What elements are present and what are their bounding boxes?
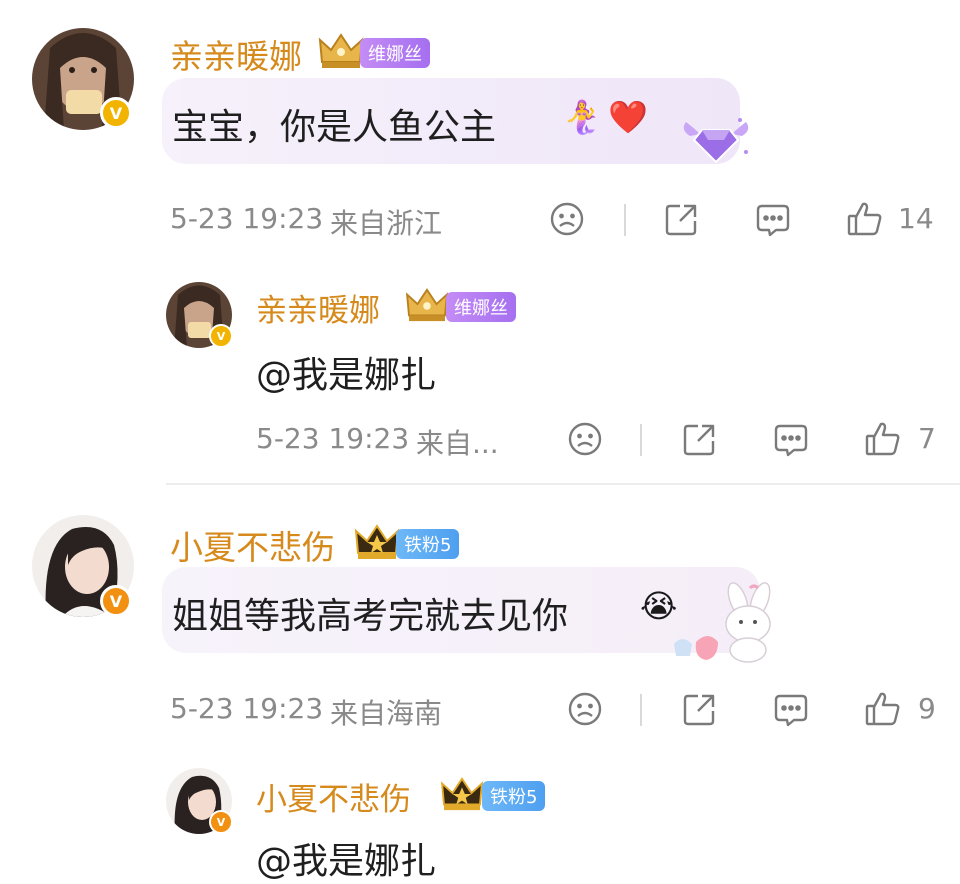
username[interactable]: 亲亲暖娜 (170, 30, 302, 78)
separator (640, 694, 642, 726)
thumbs-up-icon[interactable] (864, 690, 902, 728)
verified-v-icon: V (100, 585, 132, 617)
verified-v-icon: V (209, 810, 233, 834)
location: 来自浙江 (330, 207, 443, 240)
thumbs-up-icon[interactable] (846, 200, 884, 238)
comment-text: 姐姐等我高考完就去见你 (172, 596, 569, 637)
share-icon[interactable] (682, 421, 718, 457)
heart-emoji: ❤️ (608, 98, 648, 136)
fan-badge[interactable]: 维娜丝 (446, 292, 516, 322)
thumbs-up-icon[interactable] (864, 420, 902, 458)
bunny-sticker-icon (668, 580, 784, 668)
location: 来自海南 (330, 697, 443, 730)
username[interactable]: 小夏不悲伤 (256, 774, 411, 819)
timestamp: 5-23 19:23 (256, 422, 410, 455)
like-count: 9 (918, 692, 936, 725)
separator (640, 424, 642, 456)
comment-icon[interactable] (754, 202, 792, 238)
username[interactable]: 亲亲暖娜 (256, 285, 380, 330)
sad-face-icon[interactable] (567, 421, 603, 457)
mermaid-emoji: 🧜‍♀️ (562, 98, 602, 136)
crown-icon (440, 776, 484, 816)
crown-icon (354, 523, 400, 565)
separator (624, 204, 626, 236)
username[interactable]: 小夏不悲伤 (170, 521, 335, 569)
timestamp: 5-23 19:23 (170, 202, 324, 235)
share-icon[interactable] (664, 201, 700, 237)
crown-icon (318, 32, 364, 74)
fan-badge[interactable]: 铁粉5 (482, 781, 546, 811)
diamond-wings-icon (680, 112, 752, 170)
comment-text: @我是娜扎 (256, 841, 437, 882)
comment-text: 宝宝，你是人鱼公主 (172, 107, 497, 148)
location: 来自... (416, 427, 499, 460)
comment-icon[interactable] (772, 692, 810, 728)
share-icon[interactable] (682, 691, 718, 727)
crown-icon (405, 287, 449, 327)
divider (166, 483, 960, 485)
sad-face-icon[interactable] (567, 691, 603, 727)
like-count: 14 (898, 202, 934, 235)
comment-icon[interactable] (772, 422, 810, 458)
fan-badge[interactable]: 维娜丝 (360, 38, 430, 68)
comment-text: @我是娜扎 (256, 355, 437, 396)
timestamp: 5-23 19:23 (170, 692, 324, 725)
verified-v-icon: V (100, 97, 132, 129)
fan-badge[interactable]: 铁粉5 (396, 529, 460, 559)
like-count: 7 (918, 422, 936, 455)
verified-v-icon: V (209, 324, 233, 348)
sad-face-icon[interactable] (549, 201, 585, 237)
